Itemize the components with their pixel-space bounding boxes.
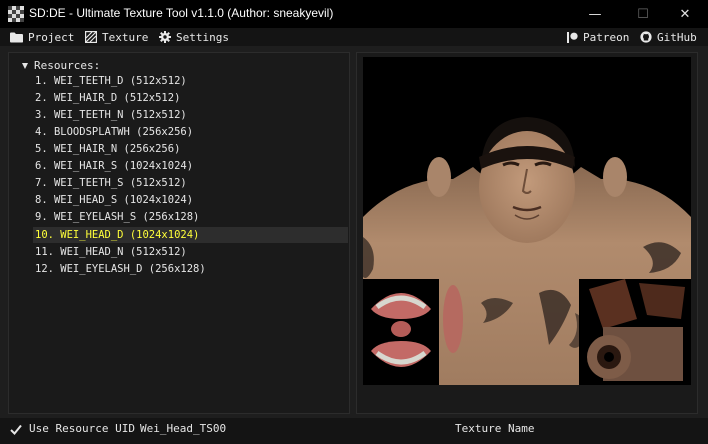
menu-github-label: GitHub bbox=[657, 30, 697, 44]
close-button[interactable]: ✕ bbox=[662, 0, 708, 28]
resources-header-label: Resources: bbox=[34, 59, 101, 72]
resource-item[interactable]: 5. WEI_HAIR_N (256x256) bbox=[35, 141, 180, 157]
menu-patreon[interactable]: Patreon bbox=[567, 28, 629, 46]
menu-github[interactable]: GitHub bbox=[640, 28, 697, 46]
resource-item[interactable]: 9. WEI_EYELASH_S (256x128) bbox=[35, 209, 199, 225]
resource-item[interactable]: 3. WEI_TEETH_N (512x512) bbox=[35, 107, 187, 123]
resource-item[interactable]: 4. BLOODSPLATWH (256x256) bbox=[35, 124, 193, 140]
use-resource-uid-label: Use Resource UID bbox=[29, 422, 135, 435]
patreon-icon bbox=[567, 31, 578, 43]
folder-icon bbox=[10, 32, 23, 42]
maximize-button[interactable]: ☐ bbox=[620, 0, 666, 28]
resources-tree-header[interactable]: Resources: bbox=[22, 59, 100, 72]
app-icon bbox=[8, 6, 24, 22]
menu-settings[interactable]: Settings bbox=[159, 28, 229, 46]
menu-settings-label: Settings bbox=[176, 30, 229, 44]
gear-icon bbox=[159, 31, 171, 43]
resource-item-selected[interactable]: 10. WEI_HEAD_D (1024x1024) bbox=[33, 227, 348, 243]
checkmark-icon[interactable] bbox=[10, 424, 22, 435]
expand-arrow-icon bbox=[22, 62, 28, 69]
texture-name-label: Texture Name bbox=[455, 422, 535, 435]
texture-preview-image bbox=[363, 57, 691, 385]
status-bar: Use Resource UID Wei_Head_TS00 Texture N… bbox=[0, 418, 708, 444]
minimize-button[interactable]: — bbox=[572, 0, 618, 28]
resource-uid-field[interactable]: Wei_Head_TS00 bbox=[140, 422, 226, 435]
resource-item[interactable]: 7. WEI_TEETH_S (512x512) bbox=[35, 175, 187, 191]
window-title: SD:DE - Ultimate Texture Tool v1.1.0 (Au… bbox=[29, 6, 334, 20]
resource-item[interactable]: 11. WEI_HEAD_N (512x512) bbox=[35, 244, 187, 260]
title-bar: SD:DE - Ultimate Texture Tool v1.1.0 (Au… bbox=[0, 0, 708, 28]
texture-preview bbox=[363, 57, 691, 385]
resource-item[interactable]: 8. WEI_HEAD_S (1024x1024) bbox=[35, 192, 193, 208]
resource-item[interactable]: 12. WEI_EYELASH_D (256x128) bbox=[35, 261, 206, 277]
menu-project-label: Project bbox=[28, 30, 75, 44]
resource-item[interactable]: 1. WEI_TEETH_D (512x512) bbox=[35, 73, 187, 89]
resource-item[interactable]: 6. WEI_HAIR_S (1024x1024) bbox=[35, 158, 193, 174]
menu-bar: Project Texture Settings Patreon GitHub bbox=[0, 28, 708, 46]
menu-patreon-label: Patreon bbox=[583, 30, 630, 44]
texture-icon bbox=[85, 31, 97, 43]
github-icon bbox=[640, 31, 652, 43]
menu-texture-label: Texture bbox=[102, 30, 149, 44]
resources-panel: Resources: 1. WEI_TEETH_D (512x512) 2. W… bbox=[8, 52, 350, 414]
resource-item[interactable]: 2. WEI_HAIR_D (512x512) bbox=[35, 90, 180, 106]
menu-texture[interactable]: Texture bbox=[85, 28, 148, 46]
menu-project[interactable]: Project bbox=[10, 28, 74, 46]
